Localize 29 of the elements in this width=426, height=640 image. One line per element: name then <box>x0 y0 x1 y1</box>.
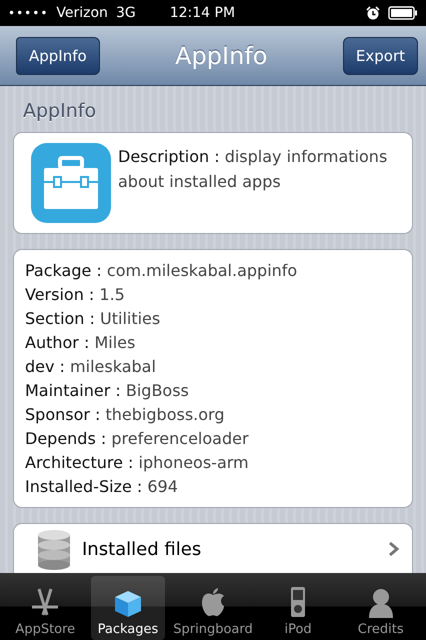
section-title: AppInfo <box>23 100 98 122</box>
detail-row-text: Section : Utilities <box>25 308 162 330</box>
alarm-clock-icon <box>366 6 380 20</box>
detail-row-text: Sponsor : thebigboss.org <box>25 404 226 426</box>
detail-row-text: Package : com.mileskabal.appinfo <box>25 260 298 282</box>
detail-row-text: Installed-Size : 694 <box>25 476 179 498</box>
battery-icon <box>388 6 418 20</box>
toolbox-icon <box>31 143 111 223</box>
nav-title: AppInfo <box>175 42 268 70</box>
export-button[interactable]: Export <box>342 36 418 74</box>
detail-row-text: Maintainer : BigBoss <box>25 380 190 402</box>
detail-row-text: Architecture : iphoneos-arm <box>25 452 250 474</box>
detail-row-text: Version : 1.5 <box>25 284 126 306</box>
signal-strength: ••••• <box>8 6 48 20</box>
clock-time: 12:14 PM <box>170 5 236 21</box>
detail-row-text: dev : mileskabal <box>25 356 157 378</box>
detail-row-text: Author : Miles <box>25 332 136 354</box>
detail-row-text: Depends : preferenceloader <box>25 428 250 450</box>
tab-bar-item[interactable]: Springboard <box>173 576 253 640</box>
network-type: 3G <box>116 5 136 21</box>
tab-bar-item[interactable]: iPod <box>260 576 336 640</box>
description-text: Description : display informations about installed apps <box>118 146 388 193</box>
chevron-icon <box>388 541 400 557</box>
tab-bar-item[interactable]: AppStore <box>8 576 83 640</box>
tab-bar-item[interactable]: Credits <box>343 576 418 640</box>
carrier-name: Verizon <box>56 5 108 21</box>
tab-bar-item[interactable]: Packages <box>90 576 166 640</box>
back-button[interactable]: AppInfo <box>16 36 100 74</box>
link-row[interactable]: Installed files <box>13 523 413 573</box>
